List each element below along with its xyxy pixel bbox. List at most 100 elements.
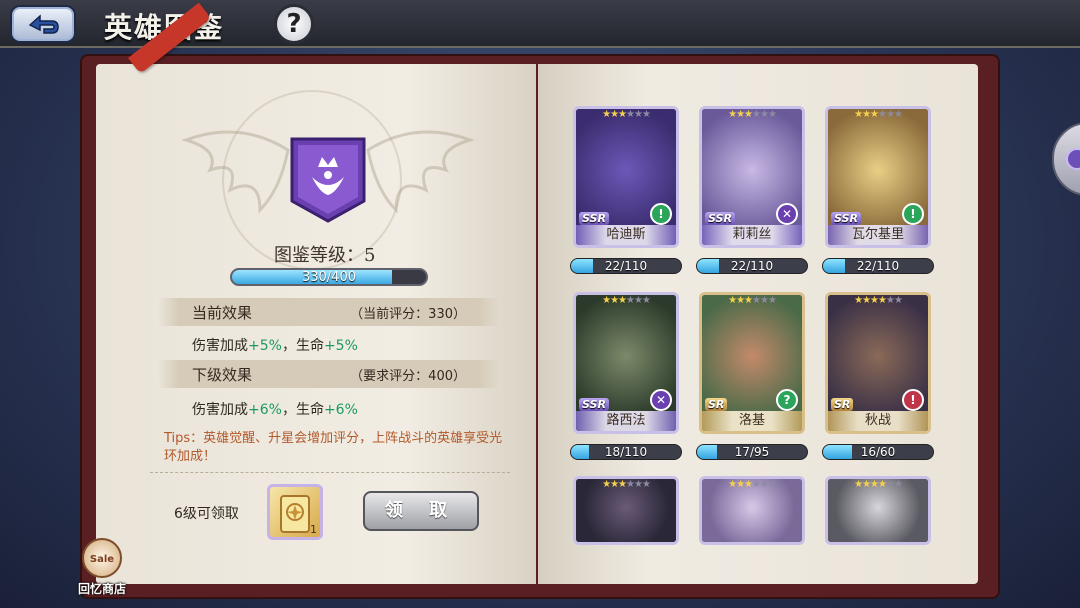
star-icon: ★ bbox=[610, 109, 619, 120]
fragment-progress-bar: 22/110 bbox=[822, 258, 934, 274]
star-icon: ★ bbox=[728, 295, 737, 306]
hero-card[interactable]: ★★★★★★ bbox=[825, 476, 931, 545]
star-icon: ★ bbox=[618, 295, 627, 306]
star-icon: ★ bbox=[752, 295, 761, 306]
star-icon: ★ bbox=[744, 479, 753, 490]
hero-card[interactable]: ★★★★★★ SR? 洛基 bbox=[699, 292, 805, 434]
star-icon: ★ bbox=[767, 109, 777, 120]
current-score-note: （当前评分：330） bbox=[350, 307, 466, 322]
damage-value: +6% bbox=[248, 402, 282, 418]
star-icon: ★ bbox=[602, 295, 611, 306]
star-rating: ★★★★★★ bbox=[576, 295, 676, 307]
current-effect-line: 伤害加成+5%，生命+5% bbox=[192, 335, 358, 355]
hero-name: 洛基 bbox=[702, 411, 802, 431]
next-effect-banner: 下级效果 （要求评分：400） bbox=[158, 360, 500, 388]
support-class-icon: ? bbox=[776, 389, 798, 411]
assassin-class-icon: ✕ bbox=[650, 389, 672, 411]
sword-class-icon: ! bbox=[902, 203, 924, 225]
star-icon: ★ bbox=[752, 479, 761, 490]
star-icon: ★ bbox=[602, 109, 611, 120]
help-button[interactable]: ? bbox=[274, 4, 314, 44]
star-icon: ★ bbox=[870, 479, 879, 490]
hero-name: 秋战 bbox=[828, 411, 928, 431]
star-icon: ★ bbox=[736, 479, 745, 490]
required-score-note: （要求评分：400） bbox=[350, 369, 466, 384]
codex-progress-text: 330/400 bbox=[301, 270, 356, 285]
next-effect-line: 伤害加成+6%，生命+6% bbox=[192, 399, 358, 419]
rank-badge: SSR bbox=[705, 212, 735, 225]
fragment-count: 16/60 bbox=[860, 445, 896, 459]
separator: ， bbox=[281, 338, 296, 354]
star-icon: ★ bbox=[744, 109, 753, 120]
star-rating: ★★★★★★ bbox=[702, 295, 802, 307]
fragment-progress-bar: 16/60 bbox=[822, 444, 934, 460]
star-icon: ★ bbox=[626, 109, 635, 120]
star-rating: ★★★★★★ bbox=[576, 479, 676, 491]
separator: ， bbox=[281, 402, 296, 418]
claim-button[interactable]: 领 取 bbox=[363, 491, 479, 531]
hero-card[interactable]: ★★★★★★ SSR ✕ 路西法 bbox=[573, 292, 679, 434]
star-icon: ★ bbox=[893, 479, 903, 490]
reward-count: 1 bbox=[310, 523, 317, 536]
star-icon: ★ bbox=[626, 479, 635, 490]
star-icon: ★ bbox=[878, 109, 887, 120]
side-tab-button[interactable] bbox=[1052, 122, 1080, 196]
reward-card-icon bbox=[280, 495, 310, 533]
rank-badge: SSR bbox=[579, 212, 609, 225]
star-icon: ★ bbox=[893, 109, 903, 120]
codex-level: 图鉴等级：5 bbox=[274, 245, 376, 266]
star-icon: ★ bbox=[633, 479, 643, 490]
fragment-count: 22/110 bbox=[604, 259, 648, 273]
star-icon: ★ bbox=[878, 479, 887, 490]
star-icon: ★ bbox=[610, 295, 619, 306]
divider bbox=[150, 472, 510, 473]
hero-card[interactable]: ★★★★★★ SSR ✕ 莉莉丝 bbox=[699, 106, 805, 248]
damage-label: 伤害加成 bbox=[192, 402, 248, 418]
memory-shop-button[interactable]: Sale 回忆商店 bbox=[70, 538, 134, 602]
codex-emblem-icon bbox=[290, 137, 366, 223]
hp-value: +5% bbox=[323, 338, 358, 354]
damage-label: 伤害加成 bbox=[192, 338, 248, 354]
hero-name: 路西法 bbox=[576, 411, 676, 431]
hero-card[interactable]: ★★★★★★ SSR! 哈迪斯 bbox=[573, 106, 679, 248]
sword-class-icon: ! bbox=[650, 203, 672, 225]
star-icon: ★ bbox=[862, 109, 871, 120]
rank-badge: SR bbox=[831, 398, 854, 411]
star-icon: ★ bbox=[885, 295, 895, 306]
star-icon: ★ bbox=[893, 295, 903, 306]
star-icon: ★ bbox=[728, 479, 737, 490]
shop-label: 回忆商店 bbox=[77, 582, 126, 596]
shop-basket-icon: Sale bbox=[82, 538, 122, 578]
star-icon: ★ bbox=[854, 295, 863, 306]
fragment-count: 22/110 bbox=[856, 259, 900, 273]
star-icon: ★ bbox=[759, 479, 769, 490]
current-effect-banner: 当前效果 （当前评分：330） bbox=[158, 298, 500, 326]
star-icon: ★ bbox=[878, 295, 887, 306]
hero-card[interactable]: ★★★★★★ bbox=[699, 476, 805, 545]
star-icon: ★ bbox=[870, 109, 879, 120]
back-arrow-icon bbox=[28, 14, 59, 34]
star-icon: ★ bbox=[641, 479, 651, 490]
hp-label: 生命 bbox=[295, 338, 324, 354]
codex-progress-bar: 330/400 bbox=[230, 268, 428, 286]
tab-icon bbox=[1066, 148, 1080, 170]
star-rating: ★★★★★★ bbox=[702, 479, 802, 491]
rank-badge: SSR bbox=[579, 398, 609, 411]
star-icon: ★ bbox=[870, 295, 879, 306]
hp-label: 生命 bbox=[295, 402, 324, 418]
back-button[interactable] bbox=[10, 5, 76, 43]
hero-card[interactable]: ★★★★★★ SR! 秋战 bbox=[825, 292, 931, 434]
star-icon: ★ bbox=[767, 295, 777, 306]
warrior-class-icon: ! bbox=[902, 389, 924, 411]
hero-card[interactable]: ★★★★★★ bbox=[573, 476, 679, 545]
star-icon: ★ bbox=[744, 295, 753, 306]
next-effect-title: 下级效果 bbox=[192, 366, 253, 384]
fragment-count: 18/110 bbox=[604, 445, 648, 459]
star-icon: ★ bbox=[728, 109, 737, 120]
reward-item[interactable]: 1 bbox=[267, 484, 323, 540]
star-icon: ★ bbox=[633, 109, 643, 120]
star-rating: ★★★★★★ bbox=[828, 295, 928, 307]
hero-card[interactable]: ★★★★★★ SSR! 瓦尔基里 bbox=[825, 106, 931, 248]
star-icon: ★ bbox=[885, 479, 895, 490]
hero-name: 莉莉丝 bbox=[702, 225, 802, 245]
